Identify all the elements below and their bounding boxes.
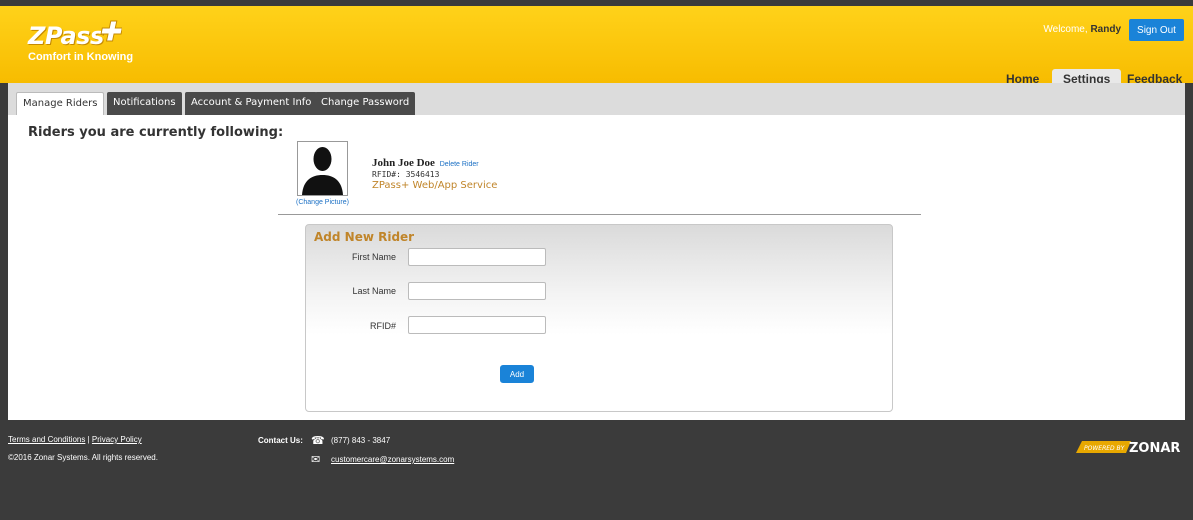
tab-change-password[interactable]: Change Password: [315, 92, 416, 115]
rfid-input[interactable]: [408, 316, 546, 334]
welcome-prefix: Welcome,: [1043, 24, 1088, 35]
logo-text: ZPass: [28, 22, 104, 50]
rider-avatar[interactable]: [297, 141, 348, 196]
tab-account-payment[interactable]: Account & Payment Info: [185, 92, 318, 115]
phone-icon: ☎: [311, 435, 325, 447]
user-name: Randy: [1090, 24, 1121, 35]
zonar-text: ZONAR: [1129, 441, 1180, 455]
tab-bar: Manage Riders Notifications Account & Pa…: [8, 83, 1185, 115]
terms-link[interactable]: Terms and Conditions: [8, 435, 85, 444]
tab-notifications[interactable]: Notifications: [107, 92, 182, 115]
add-rider-panel: Add New Rider First Name Last Name RFID#…: [305, 224, 893, 412]
add-rider-title: Add New Rider: [314, 230, 415, 244]
plus-icon: [100, 20, 122, 42]
email-link[interactable]: customercare@zonarsystems.com: [331, 455, 454, 464]
rfid-label: RFID#: [369, 321, 396, 331]
footer-separator: |: [87, 435, 90, 444]
delete-rider-link[interactable]: Delete Rider: [440, 161, 479, 168]
divider: [278, 214, 921, 215]
page-title: Riders you are currently following:: [28, 125, 284, 140]
main-content: Riders you are currently following: (Cha…: [8, 115, 1185, 420]
first-name-label: First Name: [351, 252, 396, 262]
rider-name: John Joe Doe Delete Rider: [372, 157, 479, 169]
person-silhouette-icon: [302, 147, 343, 195]
envelope-icon: ✉: [311, 454, 321, 466]
rider-rfid: RFID#: 3546413: [372, 170, 440, 179]
privacy-link[interactable]: Privacy Policy: [92, 435, 142, 444]
rider-name-text: John Joe Doe: [372, 157, 435, 169]
first-name-input[interactable]: [408, 248, 546, 266]
contact-label: Contact Us:: [258, 436, 303, 445]
powered-by-zonar-logo[interactable]: POWERED BY ZONAR: [1076, 439, 1184, 455]
phone-number: (877) 843 - 3847: [331, 436, 391, 445]
tagline: Comfort in Knowing: [28, 51, 134, 63]
add-button[interactable]: Add: [500, 365, 534, 383]
footer: Terms and Conditions | Privacy Policy ©2…: [0, 427, 1193, 520]
sign-out-button[interactable]: Sign Out: [1129, 19, 1184, 41]
last-name-label: Last Name: [352, 286, 396, 296]
footer-links: Terms and Conditions | Privacy Policy: [8, 435, 142, 444]
last-name-input[interactable]: [408, 282, 546, 300]
copyright: ©2016 Zonar Systems. All rights reserved…: [8, 453, 158, 462]
tab-manage-riders[interactable]: Manage Riders: [16, 92, 105, 115]
powered-by-text: POWERED BY: [1084, 445, 1126, 452]
welcome-message: Welcome, Randy: [1043, 24, 1121, 35]
rider-service: ZPass+ Web/App Service: [372, 180, 498, 191]
header: ZPass Comfort in Knowing Welcome, Randy …: [0, 6, 1193, 89]
change-picture-link[interactable]: (Change Picture): [296, 199, 349, 206]
zpass-logo[interactable]: ZPass: [28, 20, 122, 50]
